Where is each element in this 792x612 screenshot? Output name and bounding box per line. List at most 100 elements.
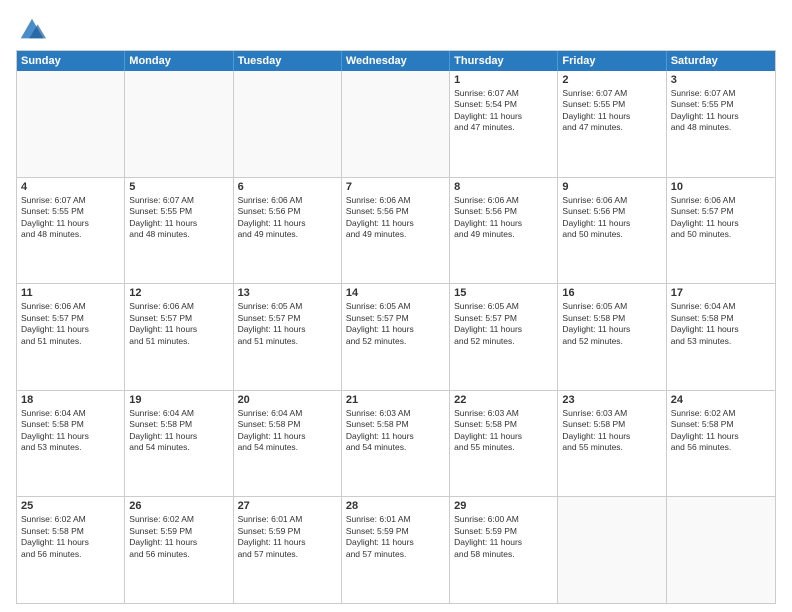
- header-day-thursday: Thursday: [450, 51, 558, 71]
- day-number: 18: [21, 394, 120, 406]
- calendar-cell: 13 Sunrise: 6:05 AM Sunset: 5:57 PM Dayli…: [234, 284, 342, 390]
- day-info: Sunrise: 6:01 AM Sunset: 5:59 PM Dayligh…: [238, 514, 337, 560]
- calendar-cell: 28 Sunrise: 6:01 AM Sunset: 5:59 PM Dayli…: [342, 497, 450, 603]
- day-info: Sunrise: 6:05 AM Sunset: 5:58 PM Dayligh…: [562, 301, 661, 347]
- day-info: Sunrise: 6:06 AM Sunset: 5:57 PM Dayligh…: [671, 195, 771, 241]
- day-number: 23: [562, 394, 661, 406]
- day-info: Sunrise: 6:06 AM Sunset: 5:56 PM Dayligh…: [346, 195, 445, 241]
- day-number: 10: [671, 181, 771, 193]
- day-info: Sunrise: 6:06 AM Sunset: 5:56 PM Dayligh…: [238, 195, 337, 241]
- calendar-cell: 8 Sunrise: 6:06 AM Sunset: 5:56 PM Daylig…: [450, 178, 558, 284]
- day-info: Sunrise: 6:04 AM Sunset: 5:58 PM Dayligh…: [238, 408, 337, 454]
- calendar-cell: 1Sunrise: 6:07 AM Sunset: 5:54 PM Daylig…: [450, 71, 558, 177]
- calendar-cell: 19Sunrise: 6:04 AM Sunset: 5:58 PM Dayli…: [125, 391, 233, 497]
- logo-icon: [18, 16, 46, 44]
- calendar-header: SundayMondayTuesdayWednesdayThursdayFrid…: [17, 51, 775, 71]
- calendar-cell: 10 Sunrise: 6:06 AM Sunset: 5:57 PM Dayli…: [667, 178, 775, 284]
- calendar-cell: 29Sunrise: 6:00 AM Sunset: 5:59 PM Dayli…: [450, 497, 558, 603]
- calendar-cell: 11 Sunrise: 6:06 AM Sunset: 5:57 PM Dayli…: [17, 284, 125, 390]
- day-number: 26: [129, 500, 228, 512]
- calendar-cell: 17Sunrise: 6:04 AM Sunset: 5:58 PM Dayli…: [667, 284, 775, 390]
- calendar-cell: 15 Sunrise: 6:05 AM Sunset: 5:57 PM Dayli…: [450, 284, 558, 390]
- day-number: 2: [562, 74, 661, 86]
- day-info: Sunrise: 6:02 AM Sunset: 5:59 PM Dayligh…: [129, 514, 228, 560]
- day-number: 13: [238, 287, 337, 299]
- logo: [16, 16, 46, 44]
- day-number: 27: [238, 500, 337, 512]
- calendar-cell: [342, 71, 450, 177]
- page: SundayMondayTuesdayWednesdayThursdayFrid…: [0, 0, 792, 612]
- calendar-row-2: 11 Sunrise: 6:06 AM Sunset: 5:57 PM Dayli…: [17, 283, 775, 390]
- header-day-friday: Friday: [558, 51, 666, 71]
- day-number: 6: [238, 181, 337, 193]
- day-info: Sunrise: 6:03 AM Sunset: 5:58 PM Dayligh…: [346, 408, 445, 454]
- day-number: 29: [454, 500, 553, 512]
- calendar-cell: [234, 71, 342, 177]
- calendar-cell: 24Sunrise: 6:02 AM Sunset: 5:58 PM Dayli…: [667, 391, 775, 497]
- calendar-cell: 23 Sunrise: 6:03 AM Sunset: 5:58 PM Dayli…: [558, 391, 666, 497]
- day-number: 14: [346, 287, 445, 299]
- calendar-row-4: 25 Sunrise: 6:02 AM Sunset: 5:58 PM Dayli…: [17, 496, 775, 603]
- calendar-cell: 4 Sunrise: 6:07 AM Sunset: 5:55 PM Daylig…: [17, 178, 125, 284]
- calendar-cell: 16 Sunrise: 6:05 AM Sunset: 5:58 PM Dayli…: [558, 284, 666, 390]
- calendar-cell: 21 Sunrise: 6:03 AM Sunset: 5:58 PM Dayli…: [342, 391, 450, 497]
- day-number: 3: [671, 74, 771, 86]
- day-number: 21: [346, 394, 445, 406]
- day-number: 22: [454, 394, 553, 406]
- day-number: 5: [129, 181, 228, 193]
- day-info: Sunrise: 6:07 AM Sunset: 5:55 PM Dayligh…: [671, 88, 771, 134]
- calendar-cell: 20 Sunrise: 6:04 AM Sunset: 5:58 PM Dayli…: [234, 391, 342, 497]
- day-number: 25: [21, 500, 120, 512]
- calendar-cell: 9 Sunrise: 6:06 AM Sunset: 5:56 PM Daylig…: [558, 178, 666, 284]
- header-day-sunday: Sunday: [17, 51, 125, 71]
- day-number: 19: [129, 394, 228, 406]
- calendar-row-0: 1Sunrise: 6:07 AM Sunset: 5:54 PM Daylig…: [17, 71, 775, 177]
- calendar-cell: 12 Sunrise: 6:06 AM Sunset: 5:57 PM Dayli…: [125, 284, 233, 390]
- day-number: 12: [129, 287, 228, 299]
- day-info: Sunrise: 6:05 AM Sunset: 5:57 PM Dayligh…: [238, 301, 337, 347]
- calendar-body: 1Sunrise: 6:07 AM Sunset: 5:54 PM Daylig…: [17, 71, 775, 603]
- day-info: Sunrise: 6:06 AM Sunset: 5:57 PM Dayligh…: [129, 301, 228, 347]
- calendar-row-3: 18 Sunrise: 6:04 AM Sunset: 5:58 PM Dayli…: [17, 390, 775, 497]
- day-info: Sunrise: 6:06 AM Sunset: 5:56 PM Dayligh…: [562, 195, 661, 241]
- calendar-cell: 27 Sunrise: 6:01 AM Sunset: 5:59 PM Dayli…: [234, 497, 342, 603]
- day-number: 9: [562, 181, 661, 193]
- day-info: Sunrise: 6:03 AM Sunset: 5:58 PM Dayligh…: [454, 408, 553, 454]
- day-info: Sunrise: 6:06 AM Sunset: 5:56 PM Dayligh…: [454, 195, 553, 241]
- header-day-tuesday: Tuesday: [234, 51, 342, 71]
- day-number: 16: [562, 287, 661, 299]
- calendar-cell: 26 Sunrise: 6:02 AM Sunset: 5:59 PM Dayli…: [125, 497, 233, 603]
- day-number: 24: [671, 394, 771, 406]
- calendar-cell: 5Sunrise: 6:07 AM Sunset: 5:55 PM Daylig…: [125, 178, 233, 284]
- day-number: 11: [21, 287, 120, 299]
- calendar-cell: [125, 71, 233, 177]
- day-info: Sunrise: 6:07 AM Sunset: 5:54 PM Dayligh…: [454, 88, 553, 134]
- header: [16, 12, 776, 44]
- day-number: 17: [671, 287, 771, 299]
- day-number: 20: [238, 394, 337, 406]
- calendar-cell: 7 Sunrise: 6:06 AM Sunset: 5:56 PM Daylig…: [342, 178, 450, 284]
- day-info: Sunrise: 6:05 AM Sunset: 5:57 PM Dayligh…: [346, 301, 445, 347]
- day-info: Sunrise: 6:04 AM Sunset: 5:58 PM Dayligh…: [21, 408, 120, 454]
- day-number: 4: [21, 181, 120, 193]
- day-info: Sunrise: 6:01 AM Sunset: 5:59 PM Dayligh…: [346, 514, 445, 560]
- day-info: Sunrise: 6:07 AM Sunset: 5:55 PM Dayligh…: [21, 195, 120, 241]
- calendar-cell: [17, 71, 125, 177]
- day-number: 8: [454, 181, 553, 193]
- calendar-cell: [558, 497, 666, 603]
- calendar: SundayMondayTuesdayWednesdayThursdayFrid…: [16, 50, 776, 604]
- calendar-cell: 22 Sunrise: 6:03 AM Sunset: 5:58 PM Dayli…: [450, 391, 558, 497]
- day-info: Sunrise: 6:07 AM Sunset: 5:55 PM Dayligh…: [562, 88, 661, 134]
- calendar-cell: 25 Sunrise: 6:02 AM Sunset: 5:58 PM Dayli…: [17, 497, 125, 603]
- calendar-cell: 3 Sunrise: 6:07 AM Sunset: 5:55 PM Daylig…: [667, 71, 775, 177]
- day-info: Sunrise: 6:06 AM Sunset: 5:57 PM Dayligh…: [21, 301, 120, 347]
- day-info: Sunrise: 6:05 AM Sunset: 5:57 PM Dayligh…: [454, 301, 553, 347]
- day-info: Sunrise: 6:02 AM Sunset: 5:58 PM Dayligh…: [21, 514, 120, 560]
- calendar-cell: 14 Sunrise: 6:05 AM Sunset: 5:57 PM Dayli…: [342, 284, 450, 390]
- day-number: 15: [454, 287, 553, 299]
- calendar-row-1: 4 Sunrise: 6:07 AM Sunset: 5:55 PM Daylig…: [17, 177, 775, 284]
- day-number: 28: [346, 500, 445, 512]
- day-info: Sunrise: 6:03 AM Sunset: 5:58 PM Dayligh…: [562, 408, 661, 454]
- calendar-cell: 2 Sunrise: 6:07 AM Sunset: 5:55 PM Daylig…: [558, 71, 666, 177]
- day-number: 7: [346, 181, 445, 193]
